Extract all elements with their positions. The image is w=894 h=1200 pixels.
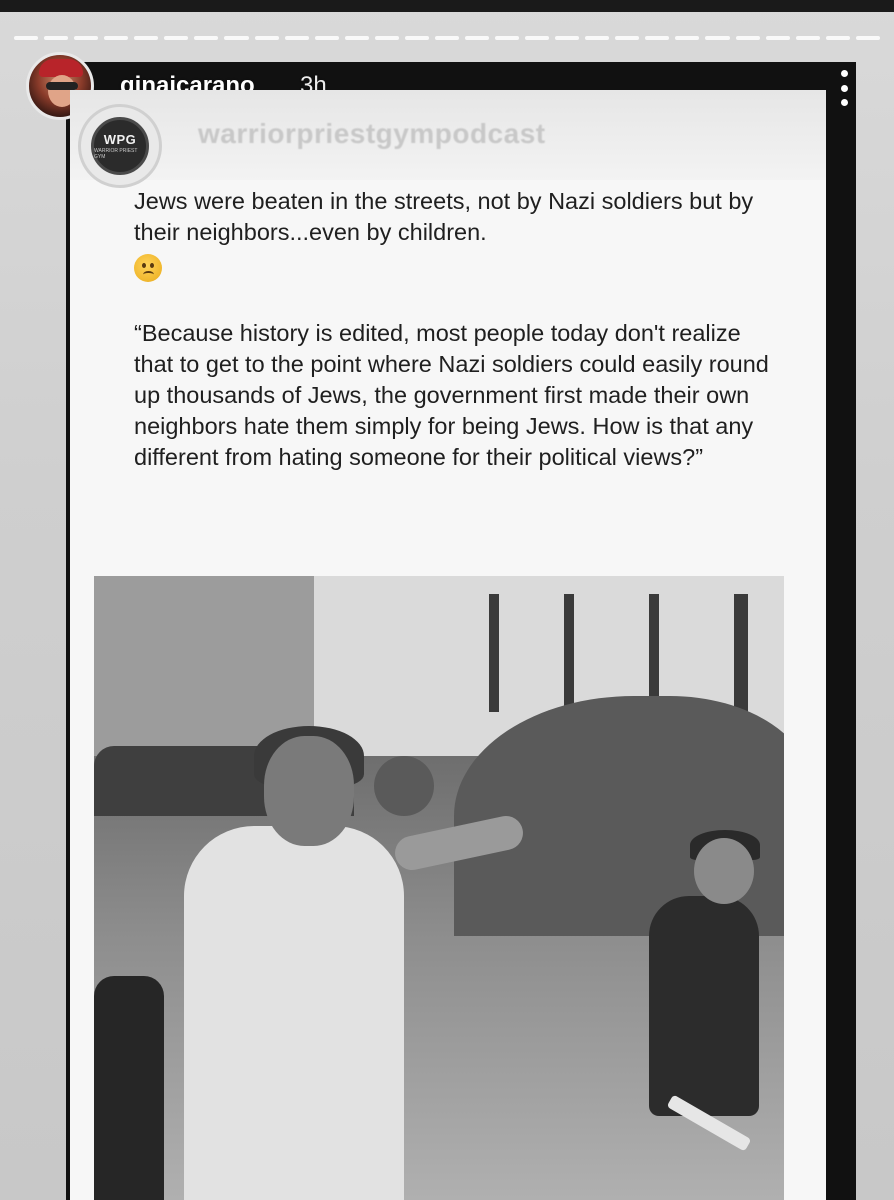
avatar-glasses (46, 82, 78, 90)
source-logo-mark: WPG (103, 132, 137, 147)
progress-segment (434, 36, 459, 40)
progress-segment (14, 36, 39, 40)
progress-segment (615, 36, 640, 40)
source-logo-subtext: WARRIOR PRIEST GYM (94, 148, 138, 160)
progress-segment (44, 36, 69, 40)
card-header: WPG WARRIOR PRIEST GYM warriorpriestgymp… (70, 90, 826, 188)
progress-segment (104, 36, 129, 40)
progress-segment (795, 36, 820, 40)
progress-segment (855, 36, 880, 40)
progress-segment (555, 36, 580, 40)
progress-segment (825, 36, 850, 40)
progress-segment (525, 36, 550, 40)
progress-segment (585, 36, 610, 40)
source-account-name[interactable]: warriorpriestgympodcast (198, 118, 546, 150)
caption-paragraph-1: Jews were beaten in the streets, not by … (134, 188, 754, 245)
progress-segment (194, 36, 219, 40)
caption-paragraph-2: “Because history is edited, most people … (134, 320, 769, 470)
progress-segment (374, 36, 399, 40)
historical-photo (94, 576, 784, 1200)
source-logo[interactable]: WPG WARRIOR PRIEST GYM (78, 104, 162, 188)
card-caption: Jews were beaten in the streets, not by … (134, 186, 784, 473)
progress-segment (254, 36, 279, 40)
progress-segment (134, 36, 159, 40)
progress-segment (735, 36, 760, 40)
progress-segment (464, 36, 489, 40)
progress-segment (645, 36, 670, 40)
man-foreground (94, 976, 164, 1200)
progress-segment (705, 36, 730, 40)
woman-figure (184, 826, 404, 1200)
woman-head (264, 736, 354, 846)
progress-segment (404, 36, 429, 40)
progress-segment (314, 36, 339, 40)
progress-segment (344, 36, 369, 40)
progress-segment (284, 36, 309, 40)
progress-segment (164, 36, 189, 40)
progress-segment (765, 36, 790, 40)
progress-segment (74, 36, 99, 40)
boy-figure (649, 896, 759, 1116)
status-strip (0, 0, 894, 12)
sad-face-emoji (134, 254, 162, 282)
progress-segment (224, 36, 249, 40)
progress-segment (675, 36, 700, 40)
boy-head (694, 838, 754, 904)
story-progress-bar (14, 36, 880, 40)
man-background (374, 756, 434, 816)
progress-segment (495, 36, 520, 40)
reposted-card: WPG WARRIOR PRIEST GYM warriorpriestgymp… (70, 90, 826, 1200)
more-vertical-icon[interactable] (832, 70, 856, 106)
